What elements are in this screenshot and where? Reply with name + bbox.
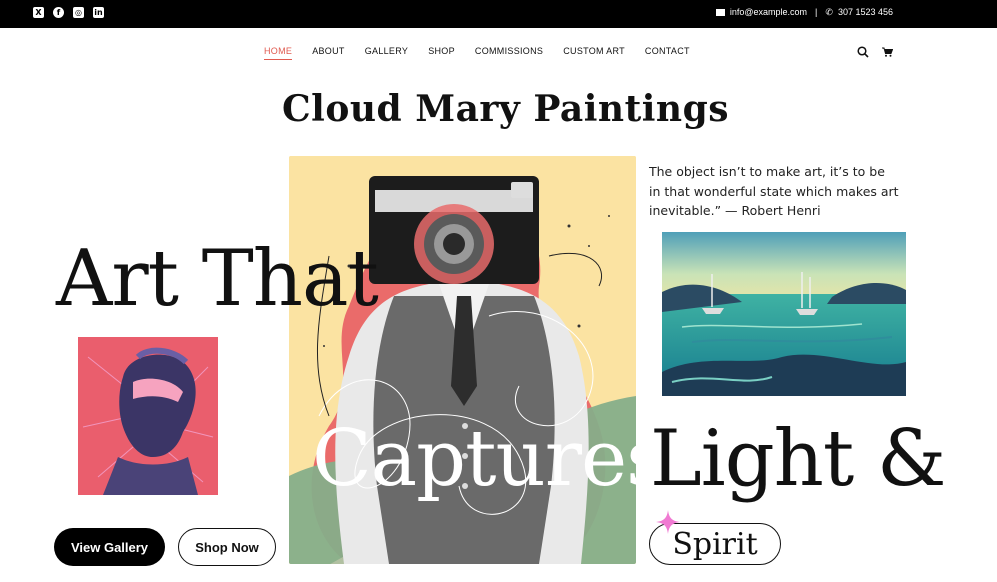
headline-light: Light & [650,414,946,504]
contact-separator: | [815,7,818,17]
headline-line-1: Art That [56,234,379,324]
nav-home[interactable]: HOME [264,46,293,60]
site-title: Cloud Mary Paintings [282,88,730,130]
seascape-painting-image [662,232,906,396]
nav-gallery[interactable]: GALLERY [365,46,408,60]
pop-art-bust-image [78,337,218,495]
cart-icon[interactable] [882,47,893,57]
top-bar: X f ◎ in info@example.com | ✆ 307 1523 4… [0,0,997,28]
contact-info: info@example.com | ✆ 307 1523 456 [715,6,893,17]
social-links: X f ◎ in [33,7,104,18]
nav-contact[interactable]: CONTACT [645,46,690,60]
mail-icon [715,8,725,16]
headline-captures: Captures [312,414,666,504]
nav-shop[interactable]: SHOP [428,46,455,60]
phone-icon: ✆ [825,6,833,17]
facebook-icon[interactable]: f [53,7,64,18]
linkedin-icon[interactable]: in [93,7,104,18]
shop-now-button[interactable]: Shop Now [178,528,276,566]
main-nav: HOME ABOUT GALLERY SHOP COMMISSIONS CUST… [264,46,690,60]
phone-link[interactable]: 307 1523 456 [838,7,893,17]
sparkle-icon [656,510,680,534]
search-icon[interactable] [857,46,869,58]
artist-quote: The object isn’t to make art, it’s to be… [649,164,899,218]
view-gallery-button[interactable]: View Gallery [54,528,165,566]
x-twitter-icon[interactable]: X [33,7,44,18]
nav-commissions[interactable]: COMMISSIONS [475,46,543,60]
nav-about[interactable]: ABOUT [312,46,345,60]
instagram-icon[interactable]: ◎ [73,7,84,18]
nav-icons [857,46,893,58]
nav-custom-art[interactable]: CUSTOM ART [563,46,625,60]
email-link[interactable]: info@example.com [730,7,807,17]
